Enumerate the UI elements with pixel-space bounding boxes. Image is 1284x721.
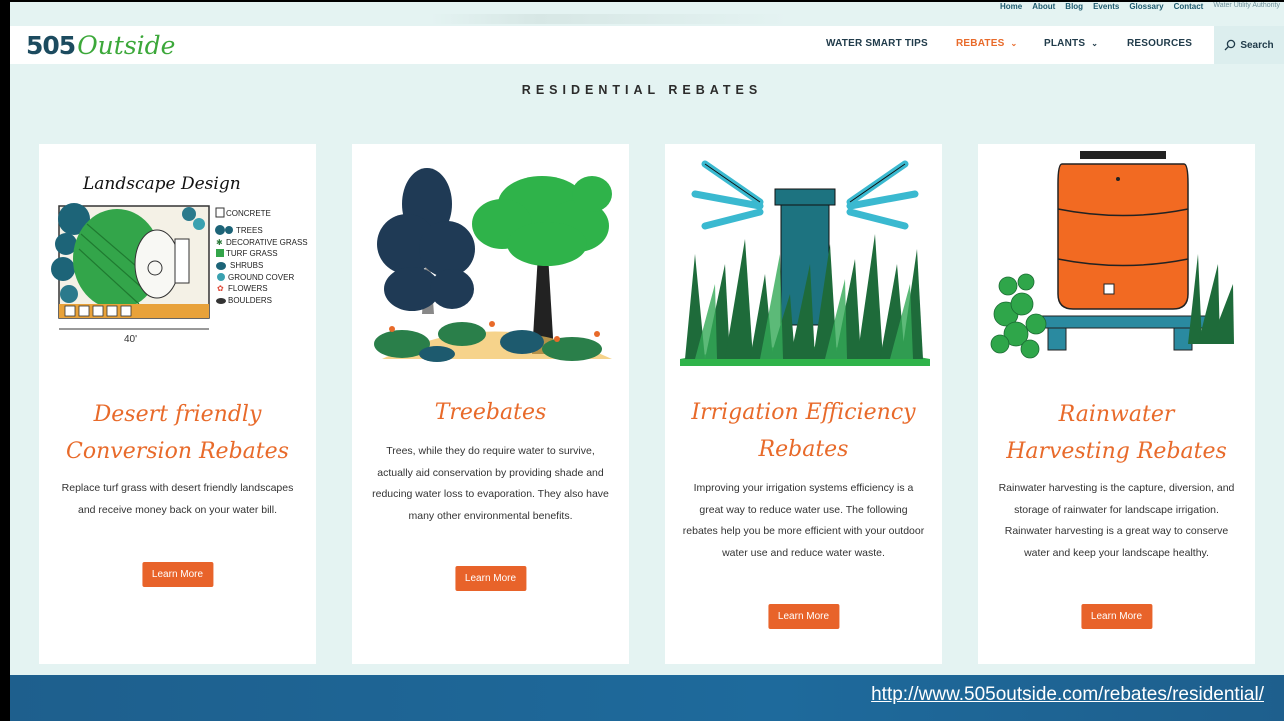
chevron-down-icon: ⌄: [1091, 39, 1099, 48]
svg-text:✱: ✱: [216, 238, 223, 247]
nav-label: PLANTS: [1044, 38, 1086, 49]
water-authority-logo-text: Water Utility Authority: [1213, 2, 1280, 9]
card-title: Desert friendly Conversion Rebates: [49, 396, 306, 470]
slide-footer-bar: http://www.505outside.com/rebates/reside…: [10, 675, 1284, 721]
nav-label: REBATES: [956, 38, 1005, 49]
footer-url-link[interactable]: http://www.505outside.com/rebates/reside…: [871, 684, 1264, 706]
rebate-card-rainwater: Rainwater Harvesting Rebates Rainwater ha…: [978, 144, 1255, 664]
rebate-card-desert-conversion: Landscape Design 40' CONCRETE TREES ✱ DEC…: [39, 144, 316, 664]
card-title-line2: Rebates: [758, 437, 849, 462]
utility-link-blog[interactable]: Blog: [1065, 2, 1083, 11]
slide-border-left: [0, 0, 10, 721]
rain-barrel-illustration: [990, 151, 1234, 359]
svg-text:✿: ✿: [217, 284, 224, 293]
utility-link-events[interactable]: Events: [1093, 2, 1119, 11]
legend-turf-grass: TURF GRASS: [226, 249, 278, 258]
page-title: RESIDENTIAL REBATES: [521, 83, 763, 97]
search-button[interactable]: Search: [1214, 26, 1284, 64]
logo-number: 505: [26, 31, 76, 60]
dimension-label: 40': [124, 334, 137, 345]
nav-water-smart-tips[interactable]: WATER SMART TIPS: [826, 38, 928, 49]
card-description: Trees, while they do require water to su…: [372, 445, 609, 522]
learn-more-button[interactable]: Learn More: [141, 562, 214, 587]
utility-link-glossary[interactable]: Glossary: [1129, 2, 1163, 11]
legend-flowers: FLOWERS: [228, 284, 268, 293]
main-navbar: 505 Outside WATER SMART TIPS REBATES ⌄ PL…: [10, 26, 1284, 64]
utility-bar: Home About Blog Events Glossary Contact …: [0, 0, 1284, 26]
legend-boulders: BOULDERS: [228, 296, 272, 305]
card-title: Irrigation Efficiency Rebates: [675, 394, 932, 468]
card-description: Rainwater harvesting is the capture, div…: [998, 482, 1235, 559]
card-description: Improving your irrigation systems effici…: [682, 482, 925, 559]
legend-ground-cover: GROUND COVER: [228, 273, 294, 282]
rebate-card-treebates: Treebates Trees, while they do require w…: [352, 144, 629, 664]
card-description: Replace turf grass with desert friendly …: [61, 482, 294, 516]
card-title: Treebates: [362, 394, 619, 431]
logo-word: Outside: [77, 31, 176, 60]
learn-more-button[interactable]: Learn More: [454, 566, 527, 591]
illustration-title: Landscape Design: [82, 174, 241, 194]
card-title: Rainwater Harvesting Rebates: [988, 396, 1245, 470]
search-icon: [1224, 39, 1236, 51]
slide-border-top: [0, 0, 1284, 2]
utility-link-home[interactable]: Home: [1000, 2, 1022, 11]
legend-concrete: CONCRETE: [226, 209, 271, 218]
nav-resources[interactable]: RESOURCES: [1127, 38, 1192, 49]
card-title-line2: Harvesting Rebates: [1006, 439, 1227, 464]
nav-label: WATER SMART TIPS: [826, 38, 928, 49]
legend-trees: TREES: [236, 226, 263, 235]
search-label: Search: [1240, 39, 1274, 51]
card-title-line1: Irrigation Efficiency: [691, 400, 916, 425]
header-banner-strip: [430, 14, 790, 24]
card-title-line2: Conversion Rebates: [66, 439, 289, 464]
irrigation-illustration: [680, 160, 930, 366]
utility-link-contact[interactable]: Contact: [1174, 2, 1204, 11]
landscape-design-illustration: Landscape Design 40' CONCRETE TREES ✱ DEC…: [51, 174, 308, 345]
card-title-line1: Treebates: [434, 400, 547, 425]
legend-shrubs: SHRUBS: [230, 261, 263, 270]
browser-page: Home About Blog Events Glossary Contact …: [0, 0, 1284, 721]
nav-plants[interactable]: PLANTS ⌄: [1044, 38, 1098, 49]
chevron-down-icon: ⌄: [1010, 39, 1018, 48]
nav-rebates[interactable]: REBATES ⌄: [956, 38, 1017, 49]
card-title-line1: Desert friendly: [93, 402, 262, 427]
utility-links: Home About Blog Events Glossary Contact …: [1000, 2, 1280, 11]
utility-link-about[interactable]: About: [1032, 2, 1055, 11]
nav-label: RESOURCES: [1127, 38, 1193, 49]
card-title-line1: Rainwater: [1058, 402, 1175, 427]
trees-illustration: [374, 168, 612, 362]
legend-decorative-grass: DECORATIVE GRASS: [226, 238, 308, 247]
rebate-card-irrigation: Irrigation Efficiency Rebates Improving y…: [665, 144, 942, 664]
site-logo[interactable]: 505 Outside: [26, 31, 175, 60]
learn-more-button[interactable]: Learn More: [1080, 604, 1153, 629]
learn-more-button[interactable]: Learn More: [767, 604, 840, 629]
